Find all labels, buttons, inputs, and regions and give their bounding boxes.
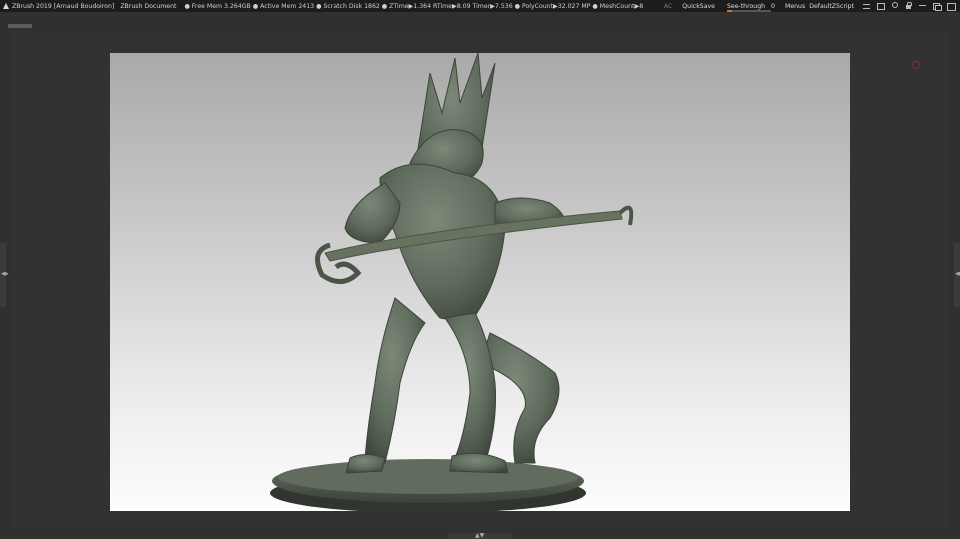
zbrush-logo-icon [2,2,10,10]
quicksave-button[interactable]: QuickSave [682,3,715,10]
creature-sculpt [344,53,566,474]
menus-button[interactable]: Menus [785,3,805,10]
right-tray-handle[interactable]: ◀▶ [954,243,960,307]
minimize-icon[interactable] [918,2,927,10]
palette-icon[interactable] [890,2,899,10]
memory-stats: ● Free Mem 3.264GB ● Active Mem 2413 ● S… [184,2,644,10]
record-indicator-icon [912,61,920,69]
see-through-fill [726,9,733,12]
default-zscript-button[interactable]: DefaultZScript [809,3,854,10]
layout-icon[interactable] [862,2,871,10]
see-through-slider[interactable]: See-through 0 [726,2,775,12]
see-through-label: See-through [726,2,766,10]
maximize-icon[interactable] [946,2,956,11]
title-bar: ZBrush 2019 [Arnaud Boudoiron] ZBrush Do… [0,0,960,12]
see-through-value: 0 [771,2,775,10]
window-icon[interactable] [876,2,885,10]
bottom-tray-glyph: ▲▼ [475,532,485,539]
ac-button[interactable]: AC [664,3,672,10]
right-tray-glyph: ◀▶ [955,271,960,277]
document-canvas[interactable] [110,53,850,511]
left-tray-handle[interactable]: ◀▶ [0,243,9,307]
app-title: ZBrush 2019 [Arnaud Boudoiron] [12,2,115,10]
bottom-tray-handle[interactable]: ▲▼ [448,532,512,539]
restore-icon[interactable] [932,2,942,11]
see-through-track[interactable] [726,9,771,12]
left-tray-glyph: ◀▶ [1,271,9,277]
top-tray-handle[interactable] [8,24,32,28]
lock-icon[interactable] [904,2,913,10]
document-name: ZBrush Document [120,2,177,10]
sculpt-viewport[interactable] [110,53,850,511]
title-bar-controls: AC QuickSave See-through 0 Menus Default… [664,0,960,12]
model-base [270,459,586,511]
